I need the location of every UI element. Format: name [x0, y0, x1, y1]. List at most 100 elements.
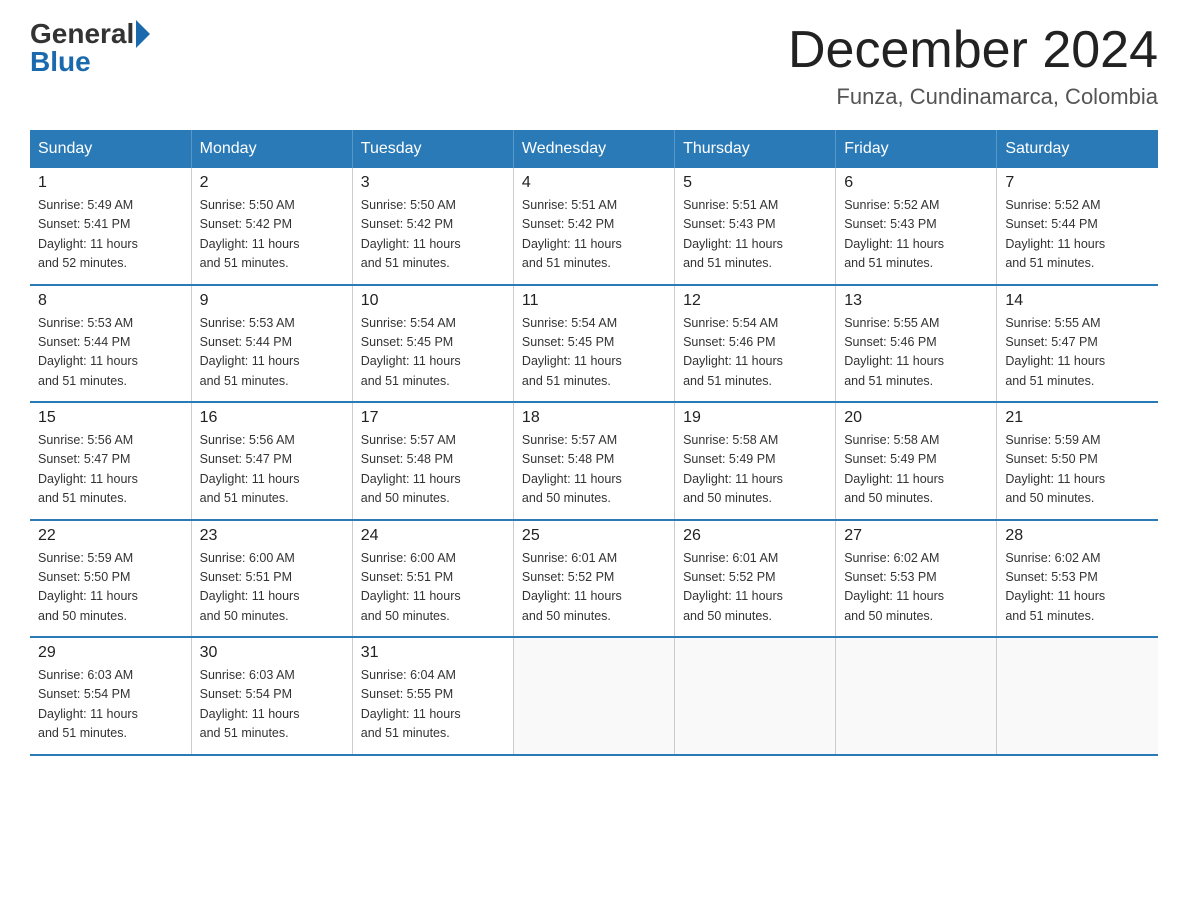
title-section: December 2024 Funza, Cundinamarca, Colom… [788, 20, 1158, 110]
weekday-header-friday: Friday [836, 130, 997, 168]
day-info: Sunrise: 5:55 AMSunset: 5:47 PMDaylight:… [1005, 314, 1150, 392]
day-number: 24 [361, 527, 505, 545]
day-number: 15 [38, 409, 183, 427]
calendar-cell: 26 Sunrise: 6:01 AMSunset: 5:52 PMDayligh… [675, 520, 836, 638]
weekday-header-tuesday: Tuesday [352, 130, 513, 168]
calendar-cell: 4 Sunrise: 5:51 AMSunset: 5:42 PMDaylight… [513, 168, 674, 285]
day-info: Sunrise: 5:50 AMSunset: 5:42 PMDaylight:… [361, 196, 505, 274]
day-info: Sunrise: 6:02 AMSunset: 5:53 PMDaylight:… [1005, 549, 1150, 627]
month-title: December 2024 [788, 20, 1158, 80]
calendar-cell: 6 Sunrise: 5:52 AMSunset: 5:43 PMDaylight… [836, 168, 997, 285]
day-number: 19 [683, 409, 827, 427]
day-number: 28 [1005, 527, 1150, 545]
calendar-table: SundayMondayTuesdayWednesdayThursdayFrid… [30, 130, 1158, 756]
location-title: Funza, Cundinamarca, Colombia [788, 84, 1158, 110]
day-info: Sunrise: 5:55 AMSunset: 5:46 PMDaylight:… [844, 314, 988, 392]
day-number: 3 [361, 174, 505, 192]
day-number: 23 [200, 527, 344, 545]
day-number: 10 [361, 292, 505, 310]
calendar-cell: 8Sunrise: 5:53 AMSunset: 5:44 PMDaylight… [30, 285, 191, 403]
day-number: 14 [1005, 292, 1150, 310]
day-info: Sunrise: 5:59 AMSunset: 5:50 PMDaylight:… [38, 549, 183, 627]
day-info: Sunrise: 6:00 AMSunset: 5:51 PMDaylight:… [361, 549, 505, 627]
day-number: 20 [844, 409, 988, 427]
day-info: Sunrise: 5:56 AMSunset: 5:47 PMDaylight:… [38, 431, 183, 509]
day-info: Sunrise: 6:02 AMSunset: 5:53 PMDaylight:… [844, 549, 988, 627]
calendar-cell: 20 Sunrise: 5:58 AMSunset: 5:49 PMDayligh… [836, 402, 997, 520]
calendar-cell: 27 Sunrise: 6:02 AMSunset: 5:53 PMDayligh… [836, 520, 997, 638]
day-number: 27 [844, 527, 988, 545]
weekday-header-sunday: Sunday [30, 130, 191, 168]
day-number: 12 [683, 292, 827, 310]
calendar-cell: 11 Sunrise: 5:54 AMSunset: 5:45 PMDayligh… [513, 285, 674, 403]
calendar-cell: 29Sunrise: 6:03 AMSunset: 5:54 PMDayligh… [30, 637, 191, 755]
day-info: Sunrise: 5:51 AMSunset: 5:42 PMDaylight:… [522, 196, 666, 274]
day-number: 7 [1005, 174, 1150, 192]
day-info: Sunrise: 5:54 AMSunset: 5:46 PMDaylight:… [683, 314, 827, 392]
calendar-cell [675, 637, 836, 755]
logo-general: General [30, 20, 152, 48]
day-number: 11 [522, 292, 666, 310]
calendar-cell: 3 Sunrise: 5:50 AMSunset: 5:42 PMDaylight… [352, 168, 513, 285]
day-info: Sunrise: 5:52 AMSunset: 5:43 PMDaylight:… [844, 196, 988, 274]
day-number: 4 [522, 174, 666, 192]
calendar-cell: 7 Sunrise: 5:52 AMSunset: 5:44 PMDaylight… [997, 168, 1158, 285]
calendar-cell: 5Sunrise: 5:51 AMSunset: 5:43 PMDaylight… [675, 168, 836, 285]
day-info: Sunrise: 6:03 AMSunset: 5:54 PMDaylight:… [200, 666, 344, 744]
calendar-cell [997, 637, 1158, 755]
weekday-header-thursday: Thursday [675, 130, 836, 168]
logo-blue-text: Blue [30, 48, 91, 76]
calendar-cell: 25Sunrise: 6:01 AMSunset: 5:52 PMDayligh… [513, 520, 674, 638]
calendar-cell: 9Sunrise: 5:53 AMSunset: 5:44 PMDaylight… [191, 285, 352, 403]
weekday-header-monday: Monday [191, 130, 352, 168]
day-info: Sunrise: 5:58 AMSunset: 5:49 PMDaylight:… [683, 431, 827, 509]
calendar-cell: 19 Sunrise: 5:58 AMSunset: 5:49 PMDayligh… [675, 402, 836, 520]
day-info: Sunrise: 6:04 AMSunset: 5:55 PMDaylight:… [361, 666, 505, 744]
day-number: 16 [200, 409, 344, 427]
day-info: Sunrise: 5:52 AMSunset: 5:44 PMDaylight:… [1005, 196, 1150, 274]
logo-triangle-icon [136, 20, 150, 48]
day-info: Sunrise: 5:57 AMSunset: 5:48 PMDaylight:… [361, 431, 505, 509]
calendar-cell: 31 Sunrise: 6:04 AMSunset: 5:55 PMDayligh… [352, 637, 513, 755]
calendar-cell: 16 Sunrise: 5:56 AMSunset: 5:47 PMDayligh… [191, 402, 352, 520]
page-header: General Blue December 2024 Funza, Cundin… [30, 20, 1158, 110]
calendar-cell [513, 637, 674, 755]
calendar-cell: 18Sunrise: 5:57 AMSunset: 5:48 PMDayligh… [513, 402, 674, 520]
day-number: 1 [38, 174, 183, 192]
day-number: 25 [522, 527, 666, 545]
day-number: 2 [200, 174, 344, 192]
weekday-header-wednesday: Wednesday [513, 130, 674, 168]
day-number: 6 [844, 174, 988, 192]
calendar-cell: 15 Sunrise: 5:56 AMSunset: 5:47 PMDayligh… [30, 402, 191, 520]
calendar-cell: 22Sunrise: 5:59 AMSunset: 5:50 PMDayligh… [30, 520, 191, 638]
logo-general-text: General [30, 20, 134, 48]
day-info: Sunrise: 5:58 AMSunset: 5:49 PMDaylight:… [844, 431, 988, 509]
day-info: Sunrise: 5:54 AMSunset: 5:45 PMDaylight:… [522, 314, 666, 392]
day-info: Sunrise: 5:57 AMSunset: 5:48 PMDaylight:… [522, 431, 666, 509]
day-info: Sunrise: 6:01 AMSunset: 5:52 PMDaylight:… [683, 549, 827, 627]
day-number: 31 [361, 644, 505, 662]
calendar-cell: 1Sunrise: 5:49 AMSunset: 5:41 PMDaylight… [30, 168, 191, 285]
calendar-cell: 17Sunrise: 5:57 AMSunset: 5:48 PMDayligh… [352, 402, 513, 520]
day-info: Sunrise: 5:53 AMSunset: 5:44 PMDaylight:… [200, 314, 344, 392]
day-info: Sunrise: 5:54 AMSunset: 5:45 PMDaylight:… [361, 314, 505, 392]
day-info: Sunrise: 5:51 AMSunset: 5:43 PMDaylight:… [683, 196, 827, 274]
calendar-cell: 23 Sunrise: 6:00 AMSunset: 5:51 PMDayligh… [191, 520, 352, 638]
calendar-cell [836, 637, 997, 755]
day-number: 30 [200, 644, 344, 662]
calendar-week-row: 15 Sunrise: 5:56 AMSunset: 5:47 PMDayligh… [30, 402, 1158, 520]
weekday-header-saturday: Saturday [997, 130, 1158, 168]
calendar-header-row: SundayMondayTuesdayWednesdayThursdayFrid… [30, 130, 1158, 168]
calendar-week-row: 8Sunrise: 5:53 AMSunset: 5:44 PMDaylight… [30, 285, 1158, 403]
day-number: 26 [683, 527, 827, 545]
day-info: Sunrise: 6:03 AMSunset: 5:54 PMDaylight:… [38, 666, 183, 744]
calendar-cell: 21Sunrise: 5:59 AMSunset: 5:50 PMDayligh… [997, 402, 1158, 520]
day-number: 13 [844, 292, 988, 310]
day-info: Sunrise: 5:56 AMSunset: 5:47 PMDaylight:… [200, 431, 344, 509]
calendar-cell: 14 Sunrise: 5:55 AMSunset: 5:47 PMDayligh… [997, 285, 1158, 403]
calendar-cell: 13 Sunrise: 5:55 AMSunset: 5:46 PMDayligh… [836, 285, 997, 403]
day-info: Sunrise: 6:00 AMSunset: 5:51 PMDaylight:… [200, 549, 344, 627]
calendar-week-row: 22Sunrise: 5:59 AMSunset: 5:50 PMDayligh… [30, 520, 1158, 638]
calendar-cell: 12 Sunrise: 5:54 AMSunset: 5:46 PMDayligh… [675, 285, 836, 403]
calendar-cell: 28 Sunrise: 6:02 AMSunset: 5:53 PMDayligh… [997, 520, 1158, 638]
